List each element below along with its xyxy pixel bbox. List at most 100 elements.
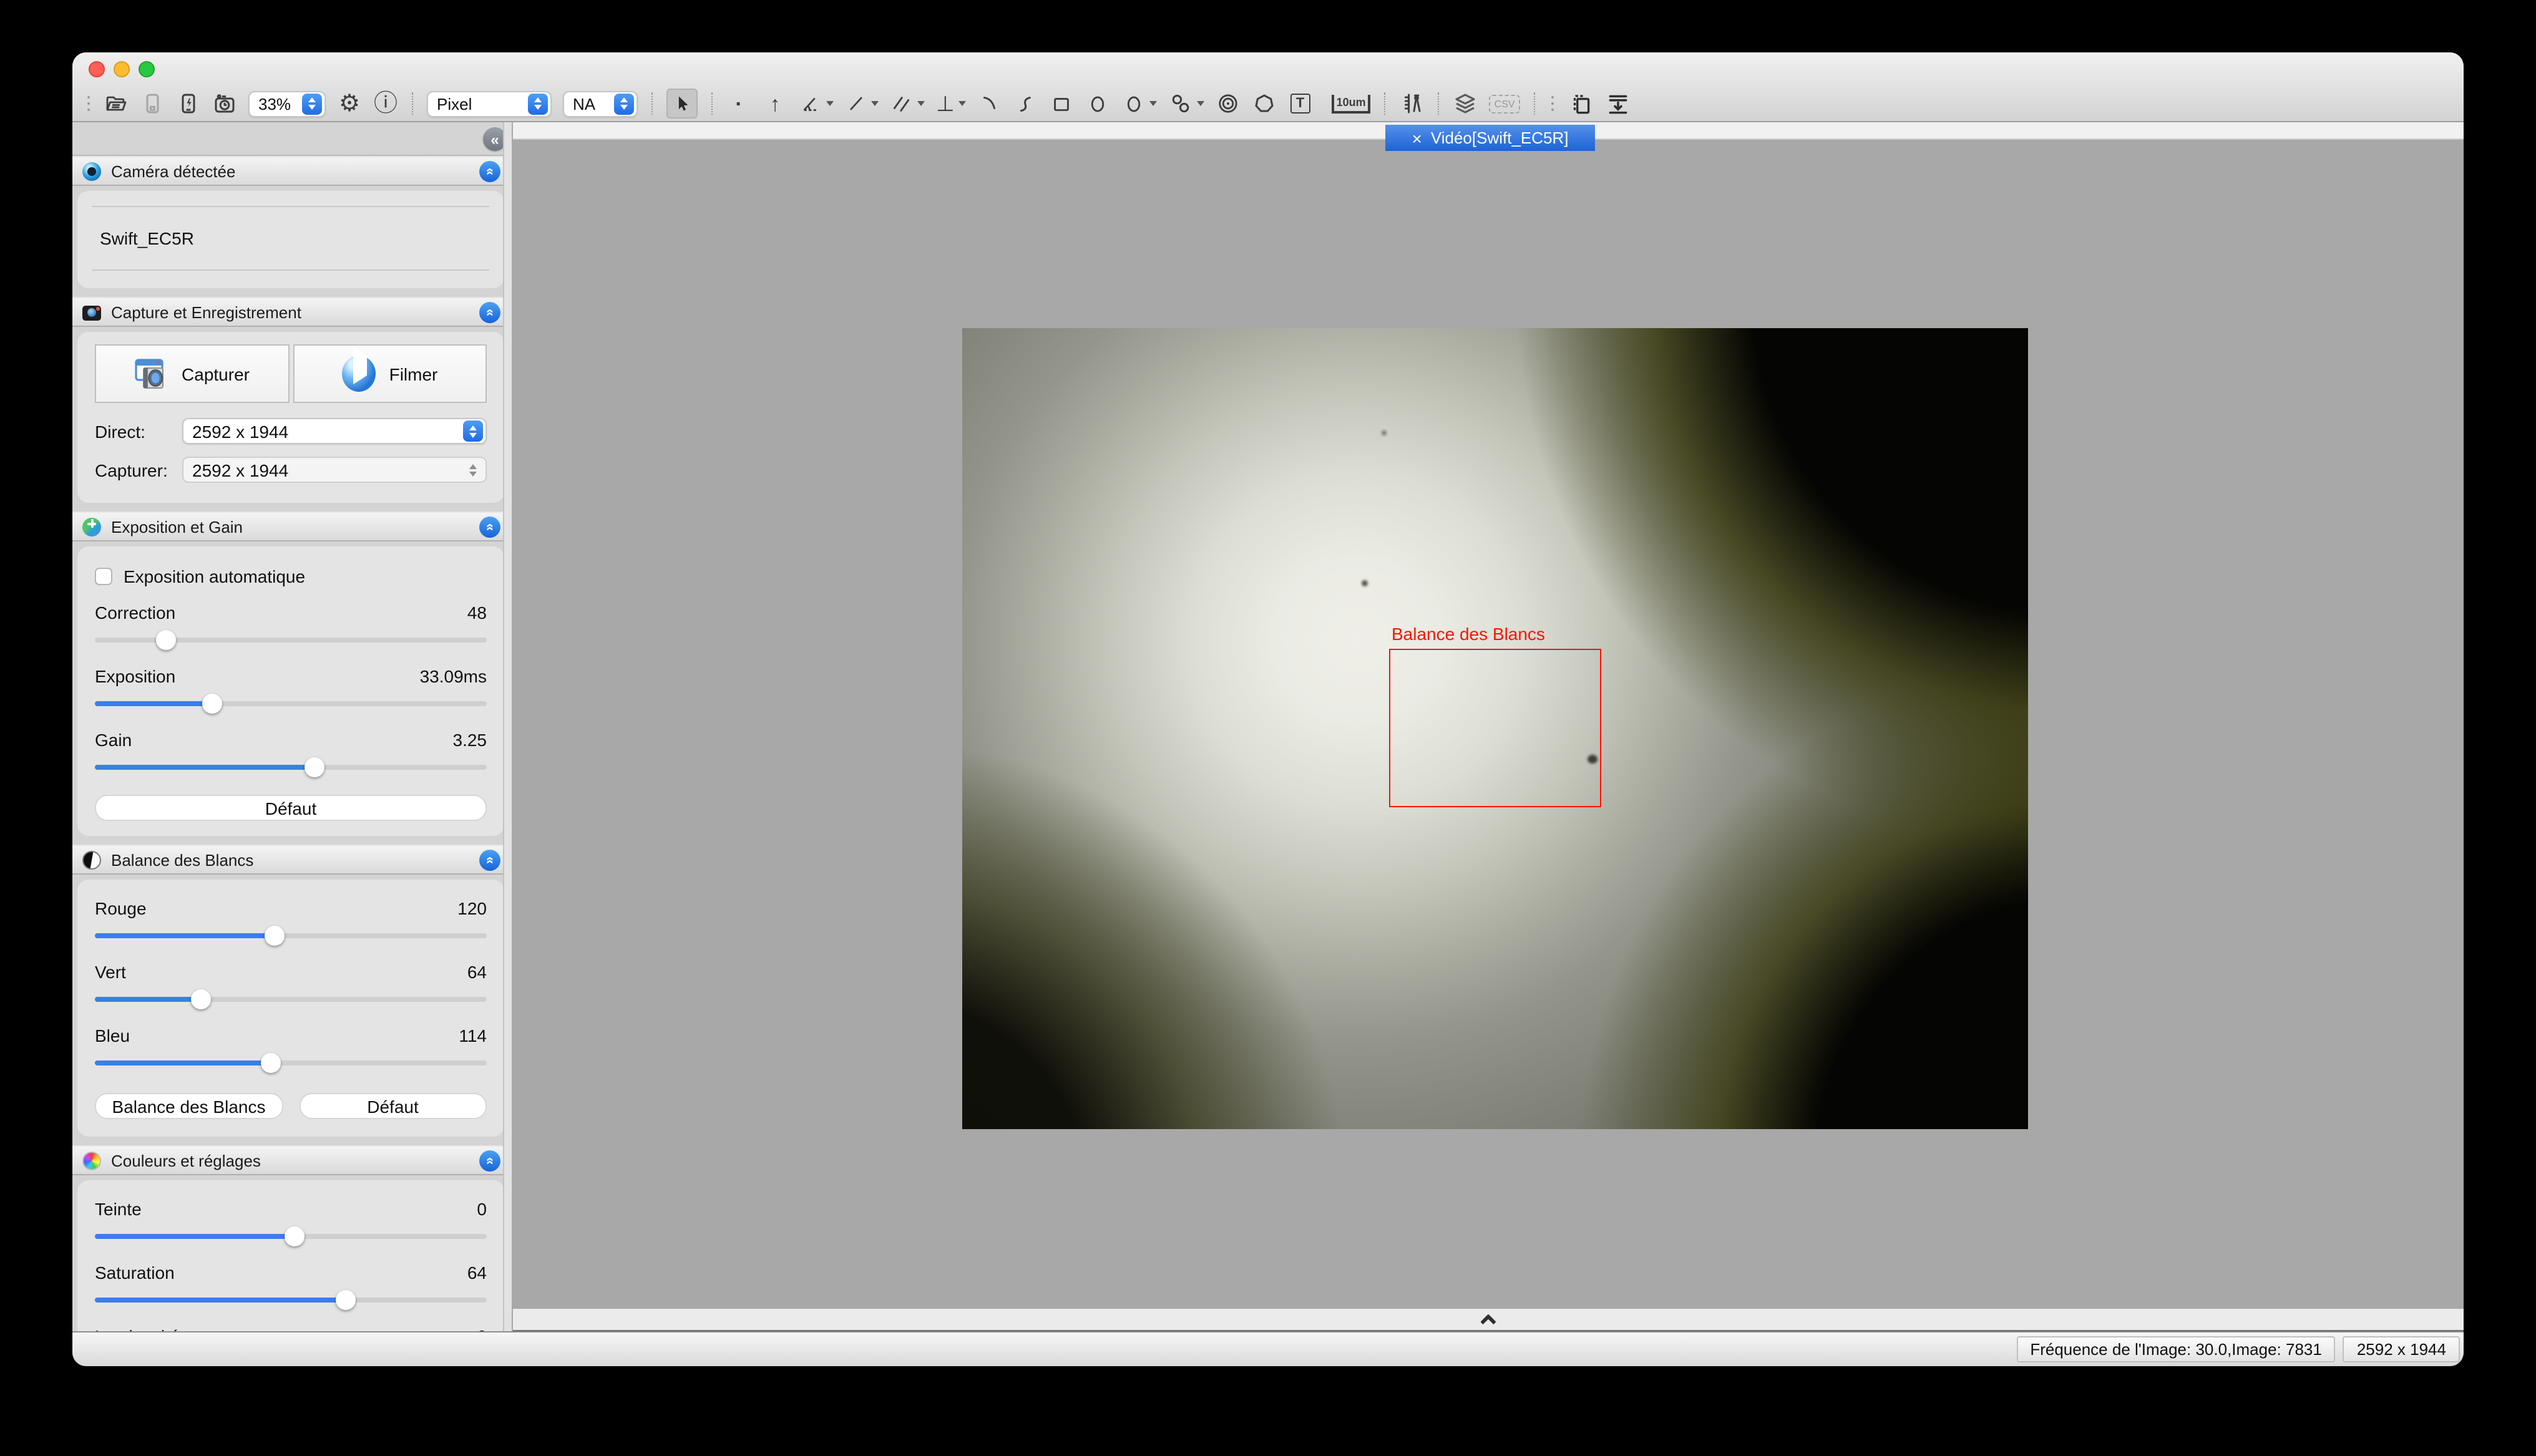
export-csv-button[interactable]: CSV xyxy=(1490,89,1520,119)
record-video-button[interactable]: Filmer xyxy=(293,344,487,403)
curve-tool-button[interactable] xyxy=(1013,89,1038,119)
slider-thumb[interactable] xyxy=(336,1289,356,1309)
na-value: NA xyxy=(564,94,614,113)
layers-button[interactable] xyxy=(1453,89,1478,119)
slider-thumb[interactable] xyxy=(261,1052,281,1072)
section-collapse-button[interactable]: « xyxy=(479,160,500,182)
rectangle-tool-button[interactable] xyxy=(1050,89,1075,119)
gear-icon: ⚙ xyxy=(339,92,360,115)
close-window-button[interactable] xyxy=(89,61,105,77)
slider-thumb[interactable] xyxy=(155,629,175,649)
unit-select[interactable]: Pixel xyxy=(427,90,552,117)
record-video-label: Filmer xyxy=(389,364,438,384)
slider-value: 64 xyxy=(467,962,487,982)
settings-button[interactable]: ⚙ xyxy=(337,89,362,119)
sidebar-scrollbar-track[interactable] xyxy=(503,122,512,1331)
slider-thumb[interactable] xyxy=(305,757,324,777)
parallel-lines-tool-button[interactable] xyxy=(890,89,925,119)
text-tool-button[interactable]: T xyxy=(1288,89,1313,119)
duplicate-button[interactable] xyxy=(1568,89,1594,119)
section-collapse-button[interactable]: « xyxy=(479,1150,500,1171)
perpendicular-tool-button[interactable]: ⊥ xyxy=(936,89,966,119)
annulus-tool-button[interactable] xyxy=(1216,89,1241,119)
section-collapse-button[interactable]: « xyxy=(479,301,500,323)
slider-thumb[interactable] xyxy=(191,989,211,1009)
chevron-up-icon: « xyxy=(482,309,497,315)
save-button[interactable] xyxy=(140,89,165,119)
toolbar-separator xyxy=(711,92,713,115)
video-tab[interactable]: × Vidéo[Swift_EC5R] xyxy=(1385,125,1595,151)
white-balance-icon xyxy=(82,850,101,869)
flash-capture-button[interactable] xyxy=(176,89,201,119)
section-collapse-button[interactable]: « xyxy=(479,516,500,537)
video-tab-label: Vidéo[Swift_EC5R] xyxy=(1431,129,1569,147)
white-balance-roi-rectangle[interactable] xyxy=(1389,649,1601,807)
timed-capture-button[interactable] xyxy=(212,89,237,119)
point-tool-button[interactable]: · xyxy=(726,89,751,119)
colors-section-body: Teinte 0 Saturation 64 Luminosité xyxy=(77,1180,504,1331)
tab-close-icon[interactable]: × xyxy=(1412,129,1422,147)
exposure-default-button[interactable]: Défaut xyxy=(95,795,487,821)
toolbar-drag-handle xyxy=(87,96,90,111)
line-icon xyxy=(845,92,867,115)
two-circles-icon xyxy=(1168,91,1193,116)
flatten-export-button[interactable] xyxy=(1605,89,1631,119)
gain-slider[interactable] xyxy=(95,756,487,777)
measure-tools-button[interactable] xyxy=(1400,89,1425,119)
section-collapse-button[interactable]: « xyxy=(479,849,500,870)
bottom-panel-reveal-strip[interactable] xyxy=(513,1309,2464,1331)
snap-resolution-select[interactable]: 2592 x 1944 xyxy=(182,457,487,483)
scalebar-tool-button[interactable]: 10um xyxy=(1332,89,1371,119)
chevron-up-icon: « xyxy=(482,168,497,174)
red-slider[interactable] xyxy=(95,925,487,946)
white-balance-default-button[interactable]: Défaut xyxy=(299,1093,487,1119)
record-play-icon xyxy=(342,356,376,392)
capture-photo-button[interactable]: Capturer xyxy=(95,344,289,403)
green-slider[interactable] xyxy=(95,988,487,1009)
section-title: Caméra détectée xyxy=(111,162,235,180)
slider-thumb[interactable] xyxy=(285,1226,305,1246)
saturation-slider[interactable] xyxy=(95,1289,487,1310)
tool-dropdown-caret xyxy=(1197,101,1204,106)
ellipse-tool-button[interactable] xyxy=(1086,89,1111,119)
zoom-level-select[interactable]: 33% xyxy=(248,90,326,117)
live-resolution-select[interactable]: 2592 x 1944 xyxy=(182,418,487,444)
slider-thumb[interactable] xyxy=(202,693,222,713)
arrow-tool-button[interactable]: ↑ xyxy=(763,89,788,119)
auto-exposure-checkbox[interactable] xyxy=(95,568,112,585)
na-select[interactable]: NA xyxy=(563,90,638,117)
angle-tool-button[interactable] xyxy=(799,89,834,119)
video-canvas-area[interactable]: × Vidéo[Swift_EC5R] Balance des Blancs xyxy=(513,122,2464,1331)
capture-section-body: Capturer Filmer Direct: 2592 x 1944 Cap xyxy=(77,332,504,503)
minimize-window-button[interactable] xyxy=(114,61,130,77)
blue-slider[interactable] xyxy=(95,1052,487,1073)
tool-dropdown-caret xyxy=(1149,101,1157,106)
live-video-image[interactable]: Balance des Blancs xyxy=(962,328,2028,1129)
white-balance-button[interactable]: Balance des Blancs xyxy=(95,1093,283,1119)
auto-exposure-label: Exposition automatique xyxy=(124,566,305,586)
info-button[interactable]: ⓘ xyxy=(373,89,398,119)
section-header-exposure[interactable]: Exposition et Gain « xyxy=(72,512,510,541)
capture-photo-label: Capturer xyxy=(182,364,250,384)
arc-tool-button[interactable] xyxy=(977,89,1002,119)
open-file-button[interactable] xyxy=(104,89,129,119)
zoom-window-button[interactable] xyxy=(139,61,155,77)
line-tool-button[interactable] xyxy=(845,89,879,119)
point-icon: · xyxy=(735,93,742,114)
slider-thumb[interactable] xyxy=(265,925,285,945)
exposure-time-slider[interactable] xyxy=(95,692,487,714)
section-header-colors[interactable]: Couleurs et réglages « xyxy=(72,1145,510,1175)
hue-slider[interactable] xyxy=(95,1225,487,1246)
section-header-camera[interactable]: Caméra détectée « xyxy=(72,156,510,186)
annulus-icon xyxy=(1216,91,1241,116)
chevron-up-icon: « xyxy=(482,857,497,863)
correction-slider[interactable] xyxy=(95,629,487,650)
section-header-capture[interactable]: Capture et Enregistrement « xyxy=(72,297,510,327)
camera-device-item[interactable]: Swift_EC5R xyxy=(92,206,489,271)
polygon-tool-button[interactable] xyxy=(1252,89,1277,119)
titlebar[interactable] xyxy=(72,52,2464,85)
rotated-ellipse-tool-button[interactable] xyxy=(1122,89,1157,119)
two-circles-tool-button[interactable] xyxy=(1168,89,1204,119)
section-header-white-balance[interactable]: Balance des Blancs « xyxy=(72,845,510,875)
pointer-tool-button[interactable] xyxy=(666,89,698,119)
